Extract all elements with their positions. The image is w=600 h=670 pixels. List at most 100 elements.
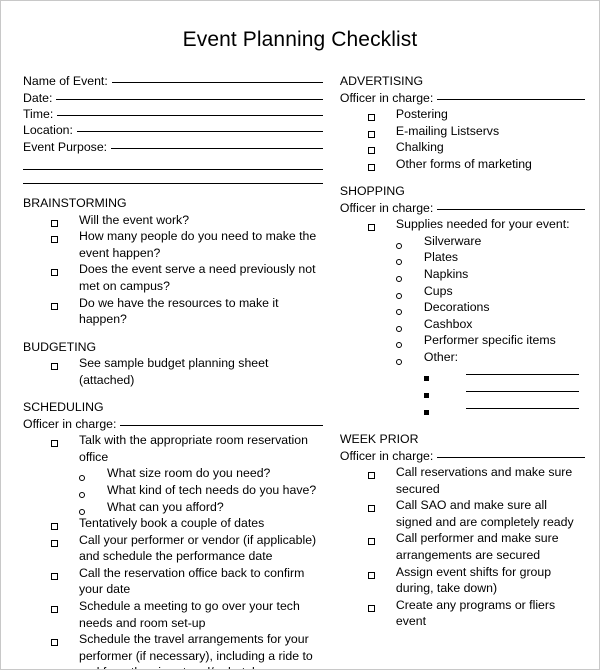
blank-input-line[interactable] bbox=[465, 374, 579, 376]
field-label: Name of Event: bbox=[23, 74, 108, 89]
checklist-item[interactable]: Other forms of marketing bbox=[340, 156, 585, 173]
field-shopping-officer: Officer in charge: bbox=[340, 200, 585, 216]
checkbox-icon[interactable] bbox=[367, 464, 396, 481]
checklist-item[interactable]: Chalking bbox=[340, 139, 585, 156]
checkbox-icon[interactable] bbox=[51, 261, 79, 278]
circle-bullet-icon bbox=[395, 316, 424, 333]
checklist-scheduling-rest: Tentatively book a couple of dates Call … bbox=[23, 515, 323, 669]
checkbox-icon[interactable] bbox=[51, 532, 79, 549]
field-input-line[interactable] bbox=[437, 98, 585, 100]
checklist-subitem[interactable]: Cups bbox=[340, 283, 585, 300]
field-label: Time: bbox=[23, 106, 54, 121]
checklist-item[interactable]: How many people do you need to make the … bbox=[23, 228, 323, 261]
checklist-item[interactable]: Call the reservation office back to conf… bbox=[23, 565, 323, 598]
checklist-subitem[interactable]: Silverware bbox=[340, 233, 585, 250]
field-continuation-line[interactable] bbox=[23, 169, 323, 171]
checkbox-icon[interactable] bbox=[367, 497, 396, 514]
checkbox-icon[interactable] bbox=[51, 598, 79, 615]
checklist-supplies: Silverware Plates Napkins Cups Decoratio… bbox=[340, 233, 585, 366]
checkbox-icon[interactable] bbox=[367, 597, 396, 614]
checklist-item[interactable]: Talk with the appropriate room reservati… bbox=[23, 432, 323, 465]
circle-bullet-icon bbox=[79, 465, 107, 482]
checklist-subitem[interactable]: Decorations bbox=[340, 299, 585, 316]
checkbox-icon[interactable] bbox=[51, 515, 79, 532]
field-label: Event Purpose: bbox=[23, 139, 108, 154]
checklist-item[interactable]: Schedule a meeting to go over your tech … bbox=[23, 598, 323, 631]
checkbox-icon[interactable] bbox=[51, 355, 79, 372]
checklist-item-label: Create any programs or fliers event bbox=[395, 597, 556, 629]
field-scheduling-officer: Officer in charge: bbox=[23, 416, 323, 432]
checklist-item-label: Do we have the resources to make it happ… bbox=[79, 295, 279, 327]
field-input-line[interactable] bbox=[56, 98, 323, 100]
checklist-item[interactable]: Create any programs or fliers event bbox=[340, 597, 585, 630]
checklist-item-label: Chalking bbox=[395, 140, 444, 155]
checkbox-icon[interactable] bbox=[51, 228, 79, 245]
checklist-subitem[interactable]: Other: bbox=[340, 349, 585, 366]
checklist-item[interactable]: Call reservations and make sure secured bbox=[340, 464, 585, 497]
field-label: Officer in charge: bbox=[23, 416, 117, 431]
checklist-subitem-label: Plates bbox=[423, 250, 459, 265]
checklist-subitem[interactable]: What kind of tech needs do you have? bbox=[23, 482, 323, 499]
blank-input-line[interactable] bbox=[465, 391, 579, 393]
checkbox-icon[interactable] bbox=[51, 212, 79, 229]
checklist-subitem[interactable]: What can you afford? bbox=[23, 499, 323, 516]
checklist-item[interactable]: Will the event work? bbox=[23, 212, 323, 229]
checkbox-icon[interactable] bbox=[367, 530, 396, 547]
checklist-item-label: Tentatively book a couple of dates bbox=[79, 516, 265, 531]
checklist-item[interactable]: See sample budget planning sheet (attach… bbox=[23, 355, 323, 388]
checkbox-icon[interactable] bbox=[51, 565, 79, 582]
checklist-subitem-label: Performer specific items bbox=[423, 333, 556, 348]
checkbox-icon[interactable] bbox=[367, 139, 396, 156]
checkbox-icon[interactable] bbox=[51, 432, 79, 449]
checklist-item-label: Assign event shifts for group during, ta… bbox=[395, 564, 552, 596]
checklist-advertising: Postering E-mailing Listservs Chalking O… bbox=[340, 106, 585, 172]
blank-entry-row[interactable] bbox=[340, 365, 585, 382]
checkbox-icon[interactable] bbox=[367, 216, 396, 233]
blank-input-line[interactable] bbox=[465, 407, 579, 409]
field-input-line[interactable] bbox=[120, 424, 323, 426]
checklist-other-blanks bbox=[340, 365, 585, 415]
checklist-item[interactable]: Assign event shifts for group during, ta… bbox=[340, 564, 585, 597]
checklist-item[interactable]: Call your performer or vendor (if applic… bbox=[23, 532, 323, 565]
checklist-item[interactable]: Supplies needed for your event: bbox=[340, 216, 585, 233]
field-advertising-officer: Officer in charge: bbox=[340, 90, 585, 106]
checklist-item-label: Schedule a meeting to go over your tech … bbox=[79, 599, 300, 630]
checklist-item[interactable]: Call performer and make sure arrangement… bbox=[340, 530, 585, 563]
checklist-item[interactable]: Do we have the resources to make it happ… bbox=[23, 295, 323, 328]
field-input-line[interactable] bbox=[437, 456, 585, 458]
checklist-item[interactable]: Schedule the travel arrangements for you… bbox=[23, 631, 323, 669]
checklist-item[interactable]: Tentatively book a couple of dates bbox=[23, 515, 323, 532]
blank-entry-row[interactable] bbox=[340, 399, 585, 416]
checklist-item-label: Postering bbox=[395, 106, 448, 121]
checklist-subitem[interactable]: Plates bbox=[340, 249, 585, 266]
circle-bullet-icon bbox=[395, 349, 424, 366]
field-input-line[interactable] bbox=[57, 114, 323, 116]
checkbox-icon[interactable] bbox=[367, 106, 396, 123]
page-title: Event Planning Checklist bbox=[182, 28, 418, 51]
checklist-item[interactable]: Postering bbox=[340, 106, 585, 123]
square-bullet-icon bbox=[423, 382, 452, 399]
checkbox-icon[interactable] bbox=[367, 123, 396, 140]
checkbox-icon[interactable] bbox=[367, 564, 396, 581]
checklist-subitem[interactable]: Cashbox bbox=[340, 316, 585, 333]
field-input-line[interactable] bbox=[111, 82, 323, 84]
field-continuation-line[interactable] bbox=[23, 183, 323, 185]
checklist-item[interactable]: Call SAO and make sure all signed and ar… bbox=[340, 497, 585, 530]
field-input-line[interactable] bbox=[437, 208, 585, 210]
checklist-item[interactable]: Does the event serve a need previously n… bbox=[23, 261, 323, 294]
checklist-subitem[interactable]: What size room do you need? bbox=[23, 465, 323, 482]
field-input-line[interactable] bbox=[111, 147, 323, 149]
checkbox-icon[interactable] bbox=[51, 295, 79, 312]
blank-entry-row[interactable] bbox=[340, 382, 585, 399]
field-date: Date: bbox=[23, 90, 323, 106]
field-time: Time: bbox=[23, 106, 323, 122]
field-input-line[interactable] bbox=[76, 131, 323, 133]
circle-bullet-icon bbox=[79, 482, 107, 499]
checkbox-icon[interactable] bbox=[51, 631, 79, 648]
checkbox-icon[interactable] bbox=[367, 156, 396, 173]
checklist-item-label: Other forms of marketing bbox=[395, 156, 532, 171]
checklist-subitem[interactable]: Napkins bbox=[340, 266, 585, 283]
checklist-subitem-label: Cups bbox=[423, 283, 453, 298]
checklist-subitem[interactable]: Performer specific items bbox=[340, 332, 585, 349]
checklist-item[interactable]: E-mailing Listservs bbox=[340, 123, 585, 140]
